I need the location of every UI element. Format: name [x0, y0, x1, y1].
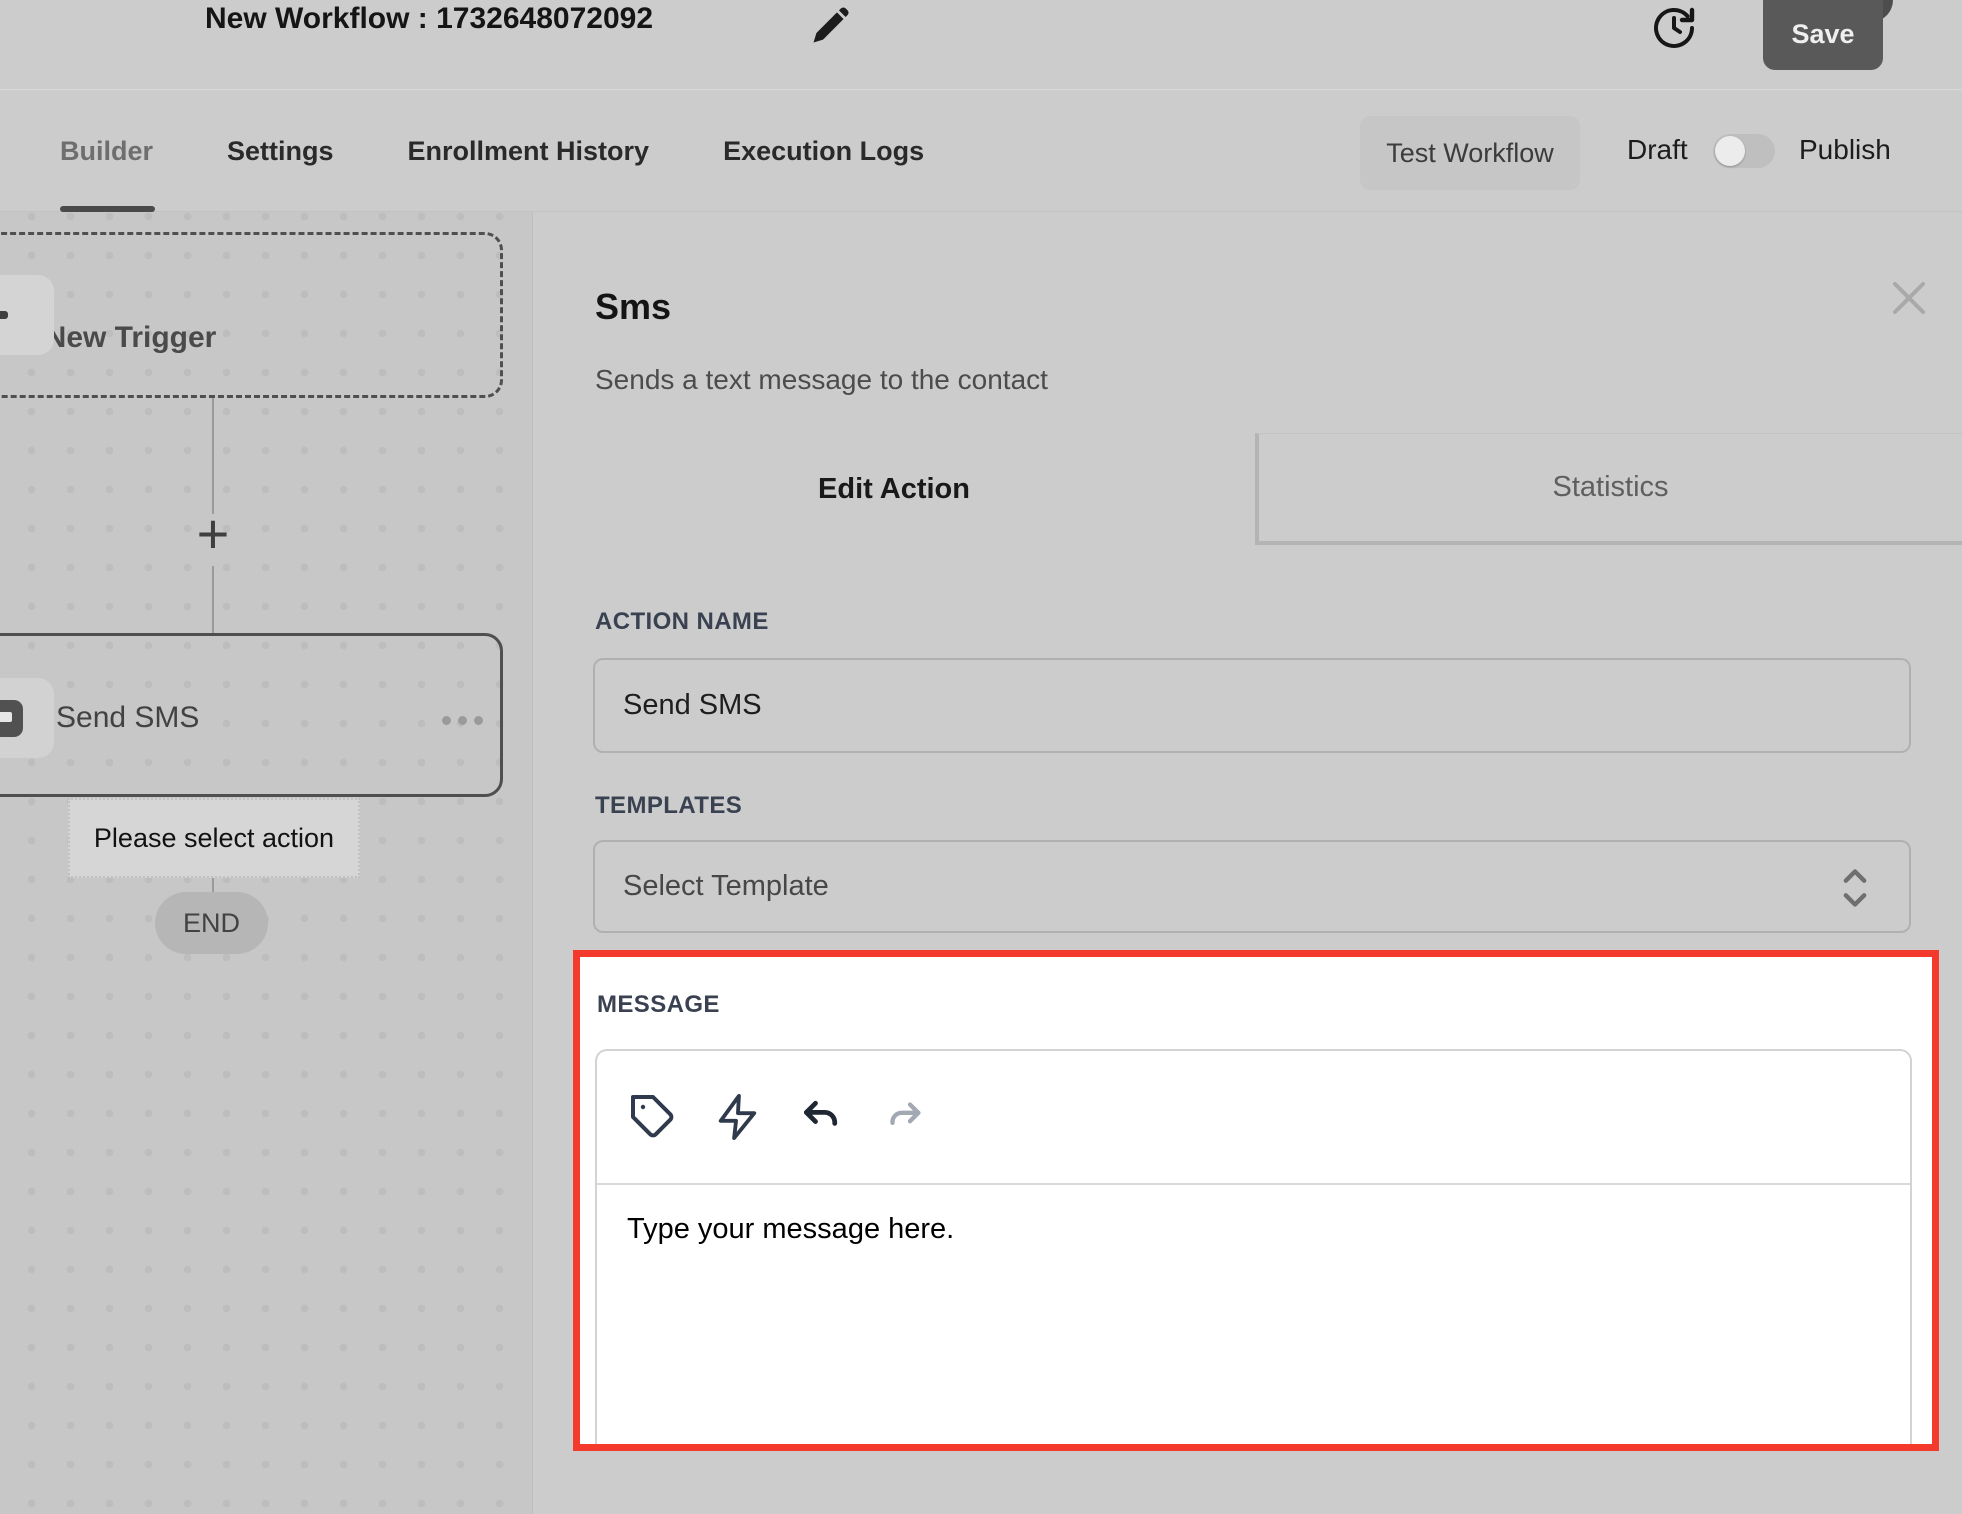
main-tabbar: Builder Settings Enrollment History Exec…: [0, 90, 1962, 212]
tab-enrollment-history[interactable]: Enrollment History: [408, 90, 650, 212]
action-name-input[interactable]: [593, 658, 1911, 753]
workflow-canvas[interactable]: Add New Trigger + Send SMS Please select…: [0, 212, 532, 1514]
tab-statistics[interactable]: Statistics: [1255, 433, 1962, 545]
workflow-title: New Workflow : 1732648072092: [205, 2, 653, 36]
clock-history-icon: [1650, 4, 1698, 52]
publish-label: Publish: [1799, 134, 1891, 166]
chevron-up-down-icon: [1833, 862, 1877, 914]
workflow-builder-page: New Workflow : 1732648072092 Save Builde…: [0, 0, 1962, 1514]
add-action-button[interactable]: +: [190, 506, 236, 562]
x-icon: [1885, 274, 1933, 322]
publish-toggle[interactable]: [1713, 134, 1775, 168]
template-select[interactable]: Select Template: [593, 840, 1911, 933]
undo-button[interactable]: [797, 1093, 845, 1141]
tab-settings[interactable]: Settings: [227, 90, 334, 212]
message-editor-toolbar: [597, 1051, 1910, 1185]
trigger-icon-placeholder: [0, 275, 54, 355]
highlight-annotation: MESSAGE: [573, 950, 1939, 1451]
toggle-knob: [1715, 136, 1745, 166]
connector-line: [212, 878, 214, 892]
version-history-button[interactable]: [1650, 4, 1698, 52]
action-detail-drawer: Sms Sends a text message to the contact …: [533, 212, 1962, 1514]
add-new-trigger-node[interactable]: Add New Trigger: [0, 232, 503, 398]
templates-label: TEMPLATES: [595, 792, 742, 820]
test-workflow-button[interactable]: Test Workflow: [1360, 116, 1580, 190]
end-node: END: [155, 892, 268, 954]
tab-edit-action[interactable]: Edit Action: [533, 433, 1255, 545]
redo-icon: [885, 1097, 925, 1137]
edit-title-button[interactable]: [808, 4, 852, 48]
pencil-icon: [808, 4, 852, 48]
tag-icon: [629, 1093, 677, 1141]
drawer-title: Sms: [595, 286, 671, 328]
message-input[interactable]: Type your message here.: [597, 1187, 1910, 1444]
message-label: MESSAGE: [597, 991, 720, 1019]
drawer-tabs: Edit Action Statistics: [533, 433, 1962, 545]
trigger-connector-stub: [0, 311, 8, 319]
tab-builder[interactable]: Builder: [60, 90, 153, 212]
redo-button[interactable]: [881, 1093, 929, 1141]
connector-line: [212, 566, 214, 633]
sms-chat-icon: [0, 700, 23, 737]
header: New Workflow : 1732648072092 Save: [0, 0, 1962, 90]
connector-line: [212, 398, 214, 514]
template-select-value: Select Template: [623, 870, 829, 903]
draft-label: Draft: [1627, 134, 1688, 166]
tab-execution-logs[interactable]: Execution Logs: [723, 90, 924, 212]
node-menu-button[interactable]: [436, 710, 489, 731]
message-editor: Type your message here.: [595, 1049, 1912, 1444]
lightning-icon: [714, 1090, 760, 1144]
save-button[interactable]: Save: [1763, 0, 1883, 70]
sms-node-label: Send SMS: [56, 701, 199, 735]
select-action-hint: Please select action: [68, 798, 360, 878]
drawer-subtitle: Sends a text message to the contact: [595, 364, 1048, 396]
undo-icon: [799, 1095, 843, 1139]
trigger-links-button[interactable]: [713, 1093, 761, 1141]
send-sms-node[interactable]: Send SMS: [0, 633, 503, 797]
main-tabs: Builder Settings Enrollment History Exec…: [60, 90, 924, 212]
close-drawer-button[interactable]: [1885, 274, 1933, 322]
action-name-label: ACTION NAME: [595, 608, 769, 636]
tabbar-right-controls: Test Workflow Draft Publish: [1322, 90, 1962, 212]
personalize-button[interactable]: [629, 1093, 677, 1141]
